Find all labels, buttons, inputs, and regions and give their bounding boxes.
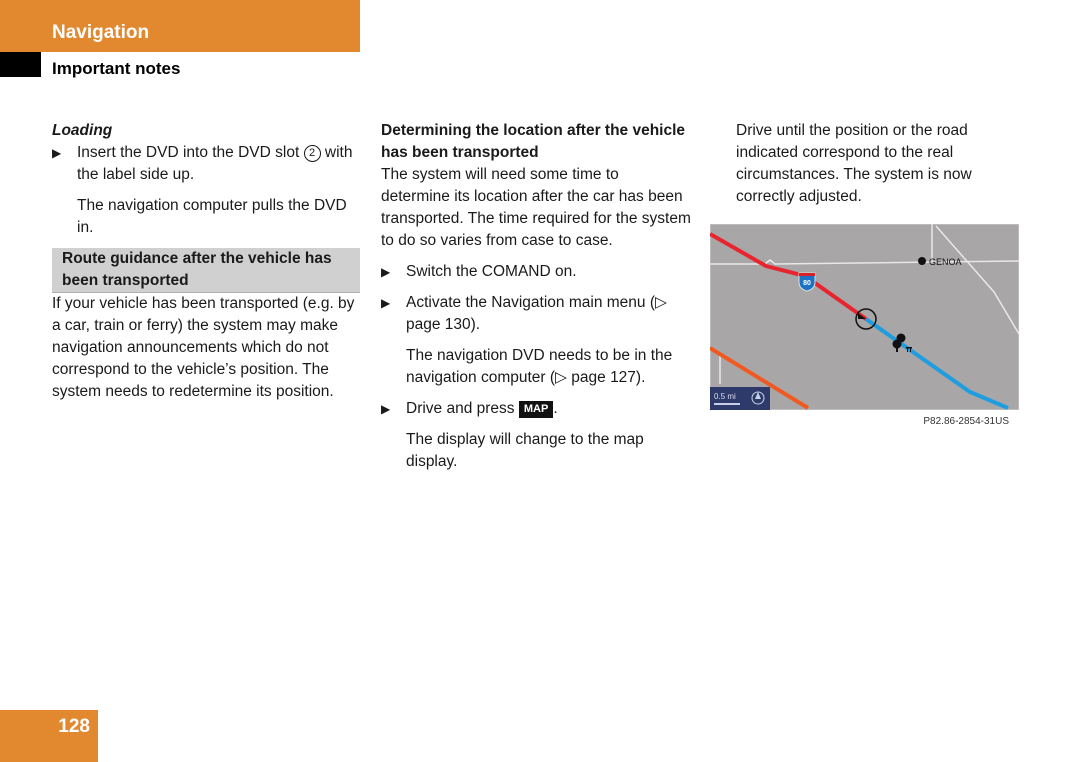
scale-label: 0.5 mi [714, 392, 736, 401]
subsection-title: Important notes [52, 59, 181, 78]
intro-text: The system will need some time to determ… [381, 166, 691, 249]
subsection-marker [0, 52, 41, 77]
column-2: Determining the location after the vehic… [381, 120, 691, 482]
transport-body: If your vehicle has been transported (e.… [52, 295, 355, 400]
map-key: MAP [518, 401, 554, 418]
step-press-map: ▶ Drive and press MAP. [381, 398, 691, 420]
city-label: GENOA [929, 257, 962, 267]
step-result: The navigation DVD needs to be in the na… [406, 347, 673, 386]
section-title: Navigation [52, 22, 150, 43]
page-number: 128 [58, 716, 90, 737]
loading-heading: Loading [52, 122, 113, 139]
figure-caption: P82.86-2854-31US [923, 416, 1009, 427]
bullet-triangle-icon: ▶ [52, 146, 62, 160]
column-1: Loading ▶ Insert the DVD into the DVD sl… [52, 120, 360, 412]
svg-text:80: 80 [803, 280, 811, 287]
svg-text:N: N [756, 399, 760, 405]
step-switch-on: ▶ Switch the COMAND on. [381, 261, 691, 283]
determining-location-heading: Determining the location after the vehic… [381, 122, 686, 161]
step-insert-dvd: ▶ Insert the DVD into the DVD slot 2 wit… [52, 144, 353, 183]
step-activate-nav: ▶ Activate the Navigation main menu (▷ p… [381, 294, 667, 333]
city-dot-icon [918, 257, 926, 265]
navigation-map-screenshot: 80 GENOA 0.5 mi N [710, 224, 1019, 410]
column-3: Drive until the position or the road ind… [736, 120, 1020, 217]
route-guidance-heading: Route guidance after the vehicle has bee… [52, 248, 360, 293]
page-number-box: 128 [0, 710, 98, 762]
adjust-text: Drive until the position or the road ind… [736, 122, 972, 205]
bullet-triangle-icon: ▶ [381, 402, 391, 416]
bullet-triangle-icon: ▶ [381, 296, 391, 310]
bullet-triangle-icon: ▶ [381, 265, 391, 279]
step-result: The display will change to the map displ… [406, 431, 644, 470]
scale-bar [714, 403, 740, 405]
step-result: The navigation computer pulls the DVD in… [77, 197, 347, 236]
highway-shield-icon: 80 [798, 272, 816, 292]
callout-number: 2 [303, 145, 321, 162]
